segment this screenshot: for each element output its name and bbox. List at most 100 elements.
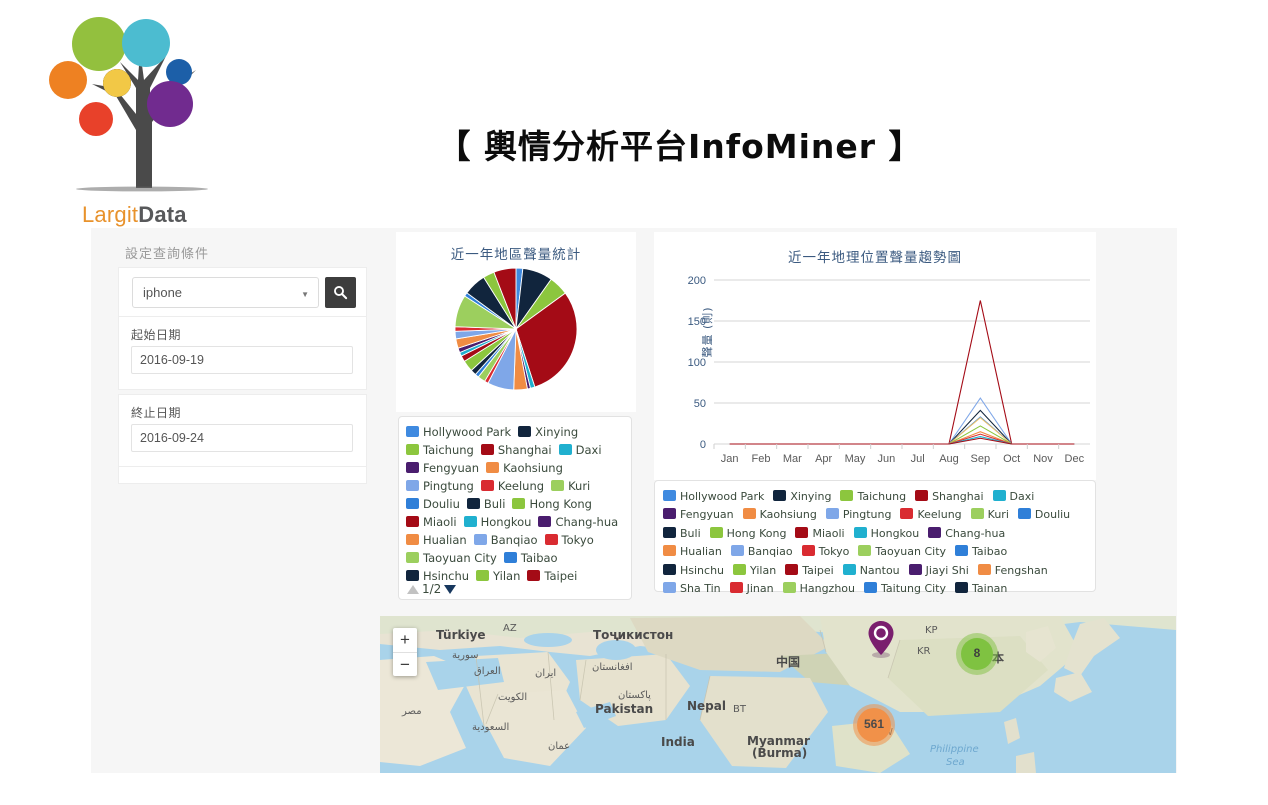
map-label-afghan: افغانستان xyxy=(592,662,633,673)
legend-item[interactable]: Kuri xyxy=(551,477,590,495)
end-date-input[interactable] xyxy=(131,424,353,452)
legend-swatch xyxy=(663,490,676,501)
legend-item[interactable]: Taichung xyxy=(840,487,906,505)
legend-item[interactable]: Taoyuan City xyxy=(858,542,946,560)
legend-item[interactable]: Douliu xyxy=(406,495,460,513)
legend-swatch xyxy=(480,444,494,455)
legend-item[interactable]: Hualian xyxy=(406,531,467,549)
map-cluster-8[interactable]: 8 xyxy=(956,633,998,675)
legend-item[interactable]: Taitung City xyxy=(864,579,946,597)
legend-item[interactable]: Xinying xyxy=(773,487,831,505)
map-label-az: AZ xyxy=(503,623,517,634)
legend-item[interactable]: Hong Kong xyxy=(709,524,786,542)
legend-item[interactable]: Buli xyxy=(663,524,701,542)
legend-item[interactable]: Hollywood Park xyxy=(406,423,511,441)
legend-item[interactable]: Yilan xyxy=(733,561,776,579)
legend-swatch xyxy=(473,534,487,545)
map-zoom-out-button[interactable]: − xyxy=(393,653,417,677)
legend-item[interactable]: Kuri xyxy=(970,505,1009,523)
legend-item[interactable]: Miaoli xyxy=(406,513,457,531)
legend-item[interactable]: Daxi xyxy=(558,441,602,459)
legend-item[interactable]: Jiayi Shi xyxy=(908,561,969,579)
line-series[interactable] xyxy=(729,397,1075,445)
legend-item[interactable]: Taibao xyxy=(503,549,558,567)
legend-item[interactable]: Shanghai xyxy=(915,487,984,505)
x-axis-tick: Jul xyxy=(911,453,925,465)
legend-item[interactable]: Fengyuan xyxy=(663,505,734,523)
map-zoom-control[interactable]: + − xyxy=(393,628,417,676)
line-series[interactable] xyxy=(729,431,1075,445)
legend-swatch xyxy=(476,570,490,581)
legend-item[interactable]: Taibao xyxy=(955,542,1007,560)
map-location-pin[interactable] xyxy=(867,620,895,663)
brand-name-part1: Largit xyxy=(82,202,139,227)
start-date-input[interactable] xyxy=(131,346,353,374)
y-axis-tick: 0 xyxy=(700,439,706,451)
legend-item[interactable]: Taichung xyxy=(406,441,474,459)
line-series[interactable] xyxy=(729,409,1075,445)
pie-chart-legend: Hollywood Park Xinying Taichung Shanghai Dax… xyxy=(398,416,632,600)
search-button[interactable] xyxy=(325,277,356,308)
legend-item[interactable]: Douliu xyxy=(1017,505,1071,523)
legend-item[interactable]: Nantou xyxy=(842,561,900,579)
legend-item[interactable]: Fengshan xyxy=(977,561,1048,579)
legend-pager: 1/2 xyxy=(407,582,457,596)
legend-item[interactable]: Buli xyxy=(466,495,505,513)
legend-label: Taichung xyxy=(423,443,474,457)
line-series[interactable] xyxy=(729,417,1075,445)
legend-item[interactable]: Pingtung xyxy=(406,477,474,495)
line-chart[interactable]: 050100150200Jan Feb Mar Apr May Jun Jul Aug Sep O… xyxy=(654,266,1096,478)
legend-swatch xyxy=(730,545,744,557)
legend-item[interactable]: Taipei xyxy=(527,567,577,585)
x-axis-tick: Aug xyxy=(939,453,959,465)
pie-chart[interactable] xyxy=(454,267,578,391)
legend-item[interactable]: Taipei xyxy=(785,561,834,579)
legend-item[interactable]: Hong Kong xyxy=(512,495,592,513)
line-series[interactable] xyxy=(729,416,1075,445)
legend-label: Douliu xyxy=(1034,508,1071,522)
line-series[interactable] xyxy=(729,437,1075,445)
keyword-select[interactable]: iphone ▼ xyxy=(132,277,319,308)
legend-page-number: 1/2 xyxy=(422,582,442,596)
line-series[interactable] xyxy=(729,433,1075,445)
legend-item[interactable]: Hualian xyxy=(663,542,722,560)
legend-item[interactable]: Keelung xyxy=(900,505,962,523)
legend-item[interactable]: Hsinchu xyxy=(663,561,724,579)
legend-item[interactable]: Tokyo xyxy=(801,542,849,560)
legend-next-icon[interactable] xyxy=(444,585,457,594)
legend-item[interactable]: Hongkou xyxy=(853,524,919,542)
line-series[interactable] xyxy=(729,436,1075,445)
legend-label: Taibao xyxy=(520,551,558,565)
legend-item[interactable]: Banqiao xyxy=(730,542,793,560)
map-panel[interactable]: + − Türkiye AZ Тоҷикистон سورية العراق ا… xyxy=(380,616,1176,773)
line-series[interactable] xyxy=(729,300,1075,445)
legend-item[interactable]: Pingtung xyxy=(825,505,891,523)
legend-item[interactable]: Chang-hua xyxy=(538,513,618,531)
legend-item[interactable]: Yilan xyxy=(476,567,520,585)
legend-label: Yilan xyxy=(493,569,521,583)
legend-item[interactable]: Daxi xyxy=(992,487,1034,505)
legend-swatch xyxy=(663,508,676,520)
legend-item[interactable]: Chang-hua xyxy=(928,524,1005,542)
legend-item[interactable]: Hollywood Park xyxy=(663,487,764,505)
legend-item[interactable]: Tainan xyxy=(955,579,1007,597)
legend-item[interactable]: Tokyo xyxy=(544,531,594,549)
legend-item[interactable]: Kaohsiung xyxy=(742,505,817,523)
legend-item[interactable]: Hangzhou xyxy=(782,579,855,597)
legend-item[interactable]: Fengyuan xyxy=(406,459,479,477)
legend-item[interactable]: Taoyuan City xyxy=(406,549,497,567)
legend-prev-icon[interactable] xyxy=(407,585,419,594)
legend-item[interactable]: Shanghai xyxy=(480,441,552,459)
legend-item[interactable]: Xinying xyxy=(518,423,578,441)
legend-item[interactable]: Keelung xyxy=(480,477,544,495)
legend-item[interactable]: Kaohsiung xyxy=(486,459,563,477)
legend-item[interactable]: Miaoli xyxy=(795,524,845,542)
map-zoom-in-button[interactable]: + xyxy=(393,628,417,652)
map-cluster-561[interactable]: 561 xyxy=(853,704,895,746)
legend-item[interactable]: Sha Tin xyxy=(663,579,721,597)
line-series[interactable] xyxy=(729,425,1075,445)
legend-item[interactable]: Hongkou xyxy=(463,513,531,531)
legend-item[interactable]: Banqiao xyxy=(473,531,538,549)
map-label-kp: KP xyxy=(925,625,938,636)
legend-item[interactable]: Jinan xyxy=(729,579,774,597)
